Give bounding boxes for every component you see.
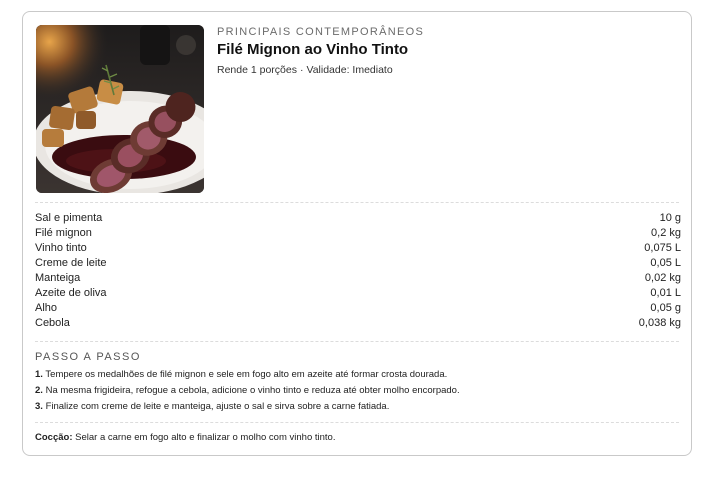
ingredient-name: Filé mignon xyxy=(35,227,92,239)
ingredient-row: Azeite de oliva 0,01 L xyxy=(35,286,681,301)
divider-ingredients xyxy=(35,202,679,203)
ingredient-qty: 0,05 L xyxy=(650,257,681,269)
ingredient-name: Alho xyxy=(35,302,58,314)
ingredient-row: Cebola 0,038 kg xyxy=(35,316,681,331)
ingredient-qty: 0,01 L xyxy=(650,287,681,299)
dish-photo xyxy=(36,25,204,193)
ingredient-name: Azeite de oliva xyxy=(35,287,107,299)
recipe-title: Filé Mignon ao Vinho Tinto xyxy=(217,41,409,58)
ingredient-name: Sal e pimenta xyxy=(35,212,103,224)
recipe-yield: Rende 1 porções xyxy=(217,64,297,76)
ingredient-qty: 0,02 kg xyxy=(644,272,681,284)
recipe-card: PRINCIPAIS CONTEMPORÂNEOS Filé Mignon ao… xyxy=(22,11,692,456)
ingredient-name: Vinho tinto xyxy=(35,242,87,254)
ingredient-row: Creme de leite 0,05 L xyxy=(35,256,681,271)
recipe-category: PRINCIPAIS CONTEMPORÂNEOS xyxy=(217,26,425,38)
ingredient-row: Alho 0,05 g xyxy=(35,301,681,316)
ingredient-name: Manteiga xyxy=(35,272,81,284)
ingredient-qty: 0,2 kg xyxy=(651,227,681,239)
steps-list: 1. Tempere os medalhões de filé mignon e… xyxy=(35,367,681,415)
cooking-note: Cocção: Selar a carne em fogo alto e fin… xyxy=(35,432,335,443)
recipe-meta: Rende 1 porções · Validade: Imediato xyxy=(217,64,393,76)
dish-illustration xyxy=(36,25,204,193)
divider-cooking xyxy=(35,422,679,423)
step-item: 3. Finalize com creme de leite e manteig… xyxy=(35,399,681,415)
step-number: 2. xyxy=(35,385,43,396)
divider-steps xyxy=(35,341,679,342)
step-text: Tempere os medalhões de filé mignon e se… xyxy=(45,369,448,380)
ingredient-qty: 0,075 L xyxy=(644,242,681,254)
cooking-text: Selar a carne em fogo alto e finalizar o… xyxy=(75,432,336,443)
cooking-label: Cocção: xyxy=(35,432,73,443)
step-number: 1. xyxy=(35,369,43,380)
ingredient-qty: 0,038 kg xyxy=(638,317,681,329)
ingredient-qty: 0,05 g xyxy=(650,302,681,314)
step-item: 2. Na mesma frigideira, refogue a cebola… xyxy=(35,383,681,399)
step-text: Na mesma frigideira, refogue a cebola, a… xyxy=(45,385,460,396)
ingredient-row: Vinho tinto 0,075 L xyxy=(35,241,681,256)
ingredient-name: Creme de leite xyxy=(35,257,107,269)
ingredient-row: Filé mignon 0,2 kg xyxy=(35,226,681,241)
ingredient-list: Sal e pimenta 10 g Filé mignon 0,2 kg Vinh… xyxy=(35,211,681,331)
ingredient-row: Manteiga 0,02 kg xyxy=(35,271,681,286)
step-number: 3. xyxy=(35,401,43,412)
ingredient-qty: 10 g xyxy=(659,212,681,224)
steps-heading: PASSO A PASSO xyxy=(35,351,141,363)
step-item: 1. Tempere os medalhões de filé mignon e… xyxy=(35,367,681,383)
ingredient-row: Sal e pimenta 10 g xyxy=(35,211,681,226)
ingredient-name: Cebola xyxy=(35,317,70,329)
step-text: Finalize com creme de leite e manteiga, … xyxy=(45,401,390,412)
meta-separator: · xyxy=(299,64,304,76)
recipe-validity: Validade: Imediato xyxy=(306,64,393,76)
